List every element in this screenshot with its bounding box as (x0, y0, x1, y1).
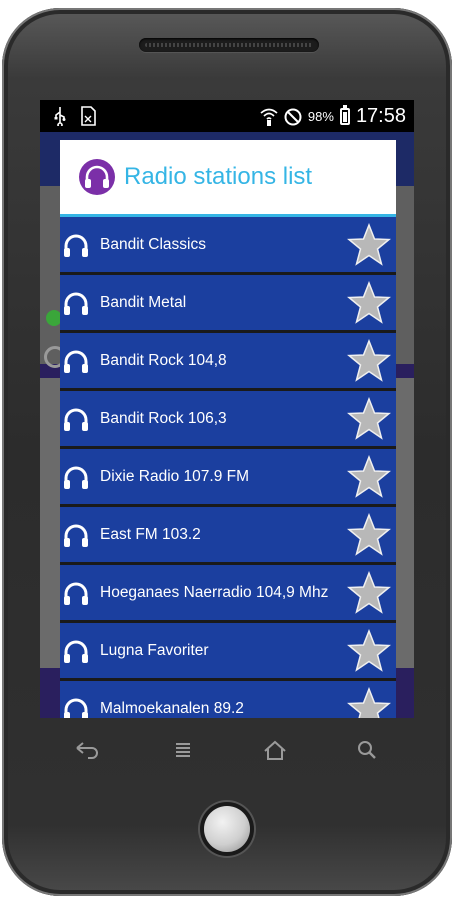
dialog-title: Radio stations list (124, 163, 313, 190)
station-row[interactable]: Bandit Metal (60, 275, 396, 330)
station-name: Bandit Classics (100, 235, 206, 253)
dialog-header: Radio stations list (60, 140, 396, 217)
star-icon[interactable] (346, 280, 392, 325)
battery-percent: 98% (307, 109, 334, 124)
usb-icon (54, 107, 66, 126)
menu-icon[interactable] (168, 736, 198, 766)
star-icon[interactable] (346, 454, 392, 499)
station-row[interactable]: Lugna Favoriter (60, 623, 396, 678)
sd-card-icon (81, 106, 96, 126)
headphones-icon (64, 524, 88, 547)
back-icon[interactable] (72, 736, 102, 766)
station-name: Bandit Rock 106,3 (100, 409, 227, 427)
station-name: Dixie Radio 107.9 FM (100, 467, 250, 485)
station-row[interactable]: East FM 103.2 (60, 507, 396, 562)
headphones-icon (64, 350, 88, 373)
station-row[interactable]: Bandit Rock 106,3 (60, 391, 396, 446)
dnd-icon (284, 108, 302, 125)
star-icon[interactable] (346, 222, 392, 267)
search-icon[interactable] (352, 736, 382, 766)
home-icon[interactable] (260, 736, 290, 766)
wifi-icon (260, 108, 278, 126)
station-name: Bandit Metal (100, 293, 187, 311)
stations-dialog: Radio stations list Bandit Classics Band… (60, 140, 396, 718)
clock: 17:58 (355, 105, 406, 127)
star-icon[interactable] (346, 628, 392, 673)
headphones-icon (64, 582, 88, 605)
headphones-icon (64, 466, 88, 489)
screen: 98% 17:58 Radio stations list Bandit Cla… (40, 100, 414, 718)
station-row[interactable]: Bandit Classics (60, 217, 396, 272)
station-row[interactable]: Hoeganaes Naerradio 104,9 Mhz (60, 565, 396, 620)
headphones-icon (64, 408, 88, 431)
trackball[interactable] (204, 806, 250, 852)
station-list[interactable]: Bandit Classics Bandit Metal Bandit Rock… (60, 217, 396, 718)
star-icon[interactable] (346, 512, 392, 557)
hardware-nav-keys (0, 736, 454, 776)
headphones-icon (64, 698, 88, 718)
status-bar: 98% 17:58 (40, 100, 414, 132)
star-icon[interactable] (346, 686, 392, 719)
headphones-icon (64, 640, 88, 663)
star-icon[interactable] (346, 396, 392, 441)
station-name: East FM 103.2 (100, 525, 201, 543)
station-name: Bandit Rock 104,8 (100, 351, 227, 369)
headphones-icon (64, 292, 88, 315)
station-row[interactable]: Bandit Rock 104,8 (60, 333, 396, 388)
star-icon[interactable] (346, 338, 392, 383)
station-name: Lugna Favoriter (100, 641, 209, 659)
headphones-icon (79, 159, 115, 195)
battery-icon (339, 105, 350, 125)
station-name: Hoeganaes Naerradio 104,9 Mhz (100, 583, 329, 601)
headphones-icon (64, 234, 88, 257)
station-row[interactable]: Dixie Radio 107.9 FM (60, 449, 396, 504)
earpiece-speaker (139, 38, 319, 52)
station-row[interactable]: Malmoekanalen 89.2 (60, 681, 396, 718)
station-name: Malmoekanalen 89.2 (100, 699, 244, 717)
star-icon[interactable] (346, 570, 392, 615)
